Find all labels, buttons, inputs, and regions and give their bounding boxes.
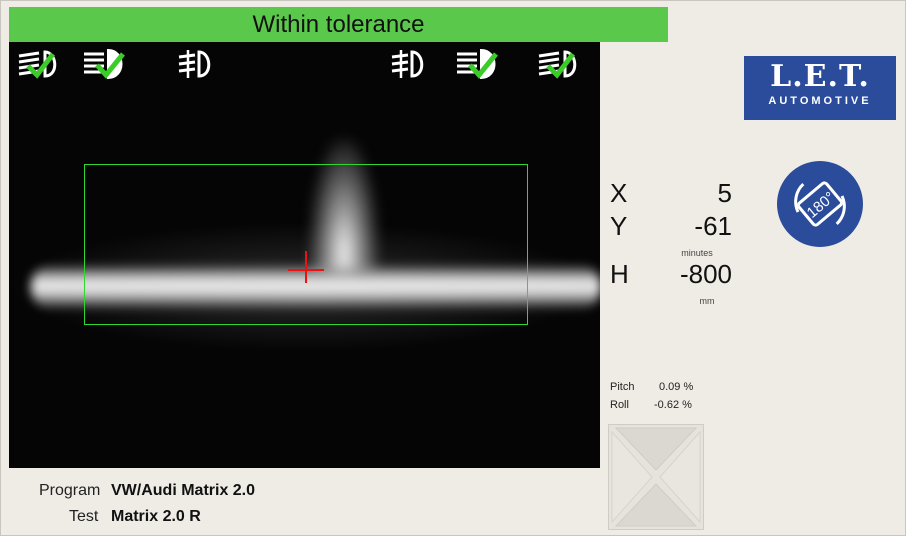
program-label: Program xyxy=(39,482,101,499)
program-value: VW/Audi Matrix 2.0 xyxy=(111,482,256,499)
pitch-label: Pitch xyxy=(610,381,635,393)
fog-lamp-icon xyxy=(178,50,211,78)
let-automotive-logo: L.E.T. AUTOMOTIVE xyxy=(744,56,896,120)
test-label: Test xyxy=(69,508,99,525)
h-value: -800 xyxy=(679,259,732,289)
h-unit: mm xyxy=(699,296,715,306)
pitch-value: 0.09 % xyxy=(659,381,694,393)
x-value: 5 xyxy=(717,178,732,208)
low-beam-lamp-icon xyxy=(18,50,57,79)
logo-sub-text: AUTOMOTIVE xyxy=(768,95,872,107)
check-icon xyxy=(546,52,575,79)
y-unit: minutes xyxy=(681,248,713,258)
low-beam-lamp-icon xyxy=(538,50,577,79)
camera-view xyxy=(9,42,600,468)
status-text: Within tolerance xyxy=(252,11,425,38)
crosshair-vertical xyxy=(305,251,307,283)
logo-main-text: L.E.T. xyxy=(770,59,870,94)
y-value: -61 xyxy=(694,211,732,241)
tolerance-status-bar: Within tolerance xyxy=(9,7,668,42)
level-indicator xyxy=(608,424,704,530)
tolerance-box xyxy=(84,164,528,325)
high-beam-lamp-icon xyxy=(84,48,125,80)
fog-lamp-icon xyxy=(391,50,424,78)
test-value: Matrix 2.0 R xyxy=(111,508,201,525)
roll-value: -0.62 % xyxy=(654,399,692,411)
roll-label: Roll xyxy=(610,399,629,411)
rotate-180-button[interactable]: 180° xyxy=(776,160,864,248)
check-icon xyxy=(26,52,55,79)
high-beam-lamp-icon xyxy=(457,48,498,80)
